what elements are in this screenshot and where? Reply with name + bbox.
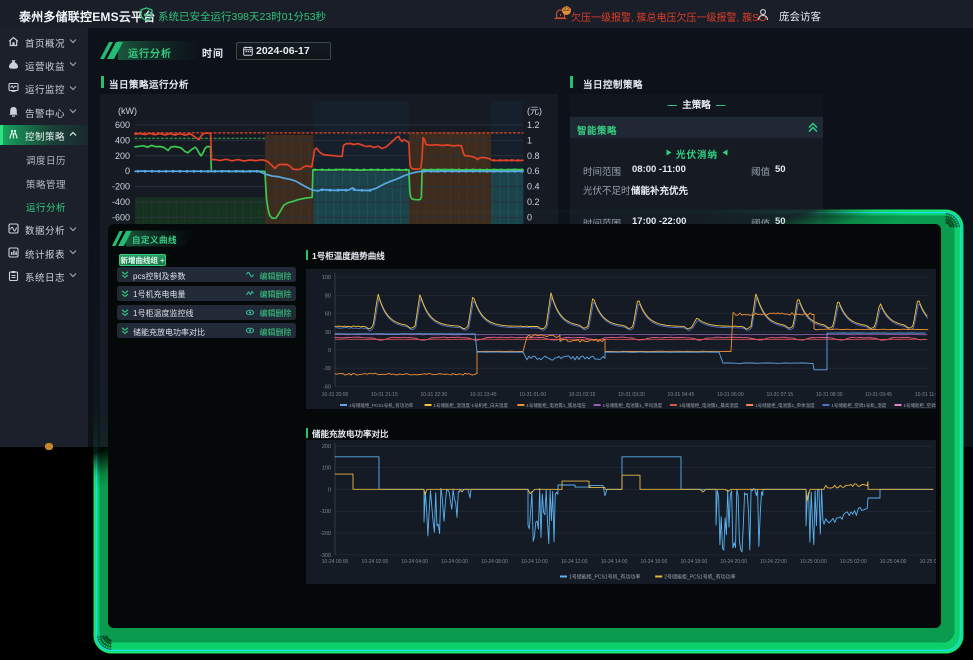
- svg-text:100: 100: [322, 465, 331, 471]
- svg-text:10-31 06:00: 10-31 06:00: [717, 392, 744, 398]
- svg-text:10-24 12:00: 10-24 12:00: [561, 559, 588, 565]
- svg-text:100: 100: [322, 275, 331, 281]
- svg-text:10-31 23:45: 10-31 23:45: [470, 392, 497, 398]
- svg-text:1号储能柜_电池簇1_簇总电压: 1号储能柜_电池簇1_簇总电压: [526, 402, 586, 409]
- svg-text:-200: -200: [320, 531, 331, 537]
- svg-text:1号储能柜_温湿度-1号机柜_白天温度: 1号储能柜_温湿度-1号机柜_白天温度: [434, 402, 509, 409]
- svg-text:10-24 04:00: 10-24 04:00: [401, 559, 428, 565]
- svg-text:-30: -30: [323, 366, 331, 372]
- svg-text:-300: -300: [320, 553, 331, 559]
- svg-text:10-24 14:00: 10-24 14:00: [601, 559, 628, 565]
- svg-text:10-31 09:45: 10-31 09:45: [865, 392, 892, 398]
- svg-text:2号储能柜_PCS1号机_有功功率: 2号储能柜_PCS1号机_有功功率: [664, 574, 735, 581]
- svg-text:10-31 07:15: 10-31 07:15: [766, 392, 793, 398]
- svg-text:10-24 00:00: 10-24 00:00: [322, 559, 349, 565]
- svg-text:10-24 22:00: 10-24 22:00: [760, 559, 787, 565]
- svg-text:10-24 16:00: 10-24 16:00: [641, 559, 668, 565]
- svg-text:-60: -60: [323, 384, 331, 390]
- svg-text:1号储能柜_电池簇1_最高温度: 1号储能柜_电池簇1_最高温度: [679, 402, 739, 409]
- svg-text:10-31 01:00: 10-31 01:00: [519, 392, 546, 398]
- svg-text:10-24 18:00: 10-24 18:00: [680, 559, 707, 565]
- svg-text:1号储能柜_PCS1号机_有功功率: 1号储能柜_PCS1号机_有功功率: [569, 574, 640, 581]
- svg-text:10-25 06:00: 10-25 06:00: [920, 559, 936, 565]
- svg-text:1号储能柜_电池簇1_单体温度: 1号储能柜_电池簇1_单体温度: [755, 402, 815, 409]
- svg-text:10-31 11:00: 10-31 11:00: [915, 392, 936, 398]
- svg-text:10-24 02:00: 10-24 02:00: [362, 559, 389, 565]
- svg-text:30: 30: [325, 329, 331, 335]
- svg-text:10-31 08:30: 10-31 08:30: [816, 392, 843, 398]
- svg-text:10-31 20:00: 10-31 20:00: [322, 392, 349, 398]
- svg-text:10-31 21:15: 10-31 21:15: [371, 392, 398, 398]
- svg-text:10-24 06:00: 10-24 06:00: [441, 559, 468, 565]
- svg-text:10-25 02:00: 10-25 02:00: [840, 559, 867, 565]
- svg-text:10-24 20:00: 10-24 20:00: [720, 559, 747, 565]
- svg-text:10-24 08:00: 10-24 08:00: [481, 559, 508, 565]
- svg-text:1号储能柜_空调1号机_温度: 1号储能柜_空调1号机_温度: [831, 402, 887, 409]
- svg-text:1号储能柜_电池簇1_平均温度: 1号储能柜_电池簇1_平均温度: [603, 402, 663, 409]
- svg-text:10-31 04:45: 10-31 04:45: [668, 392, 695, 398]
- svg-text:10-31 03:30: 10-31 03:30: [618, 392, 645, 398]
- svg-text:1号储能柜_PCS1号机_有功功率: 1号储能柜_PCS1号机_有功功率: [349, 402, 414, 409]
- svg-text:-100: -100: [320, 509, 331, 515]
- svg-text:10-31 22:30: 10-31 22:30: [420, 392, 447, 398]
- svg-text:10-31 02:15: 10-31 02:15: [569, 392, 596, 398]
- svg-text:0: 0: [328, 348, 331, 354]
- svg-text:200: 200: [322, 444, 331, 450]
- svg-text:80: 80: [325, 293, 331, 299]
- svg-text:60: 60: [325, 311, 331, 317]
- svg-text:10-24 10:00: 10-24 10:00: [521, 559, 548, 565]
- svg-text:0: 0: [328, 487, 331, 493]
- svg-text:10-25 00:00: 10-25 00:00: [800, 559, 827, 565]
- svg-text:10-25 04:00: 10-25 04:00: [880, 559, 907, 565]
- svg-text:1号储能柜_空调2号机_温度: 1号储能柜_空调2号机_温度: [904, 402, 937, 409]
